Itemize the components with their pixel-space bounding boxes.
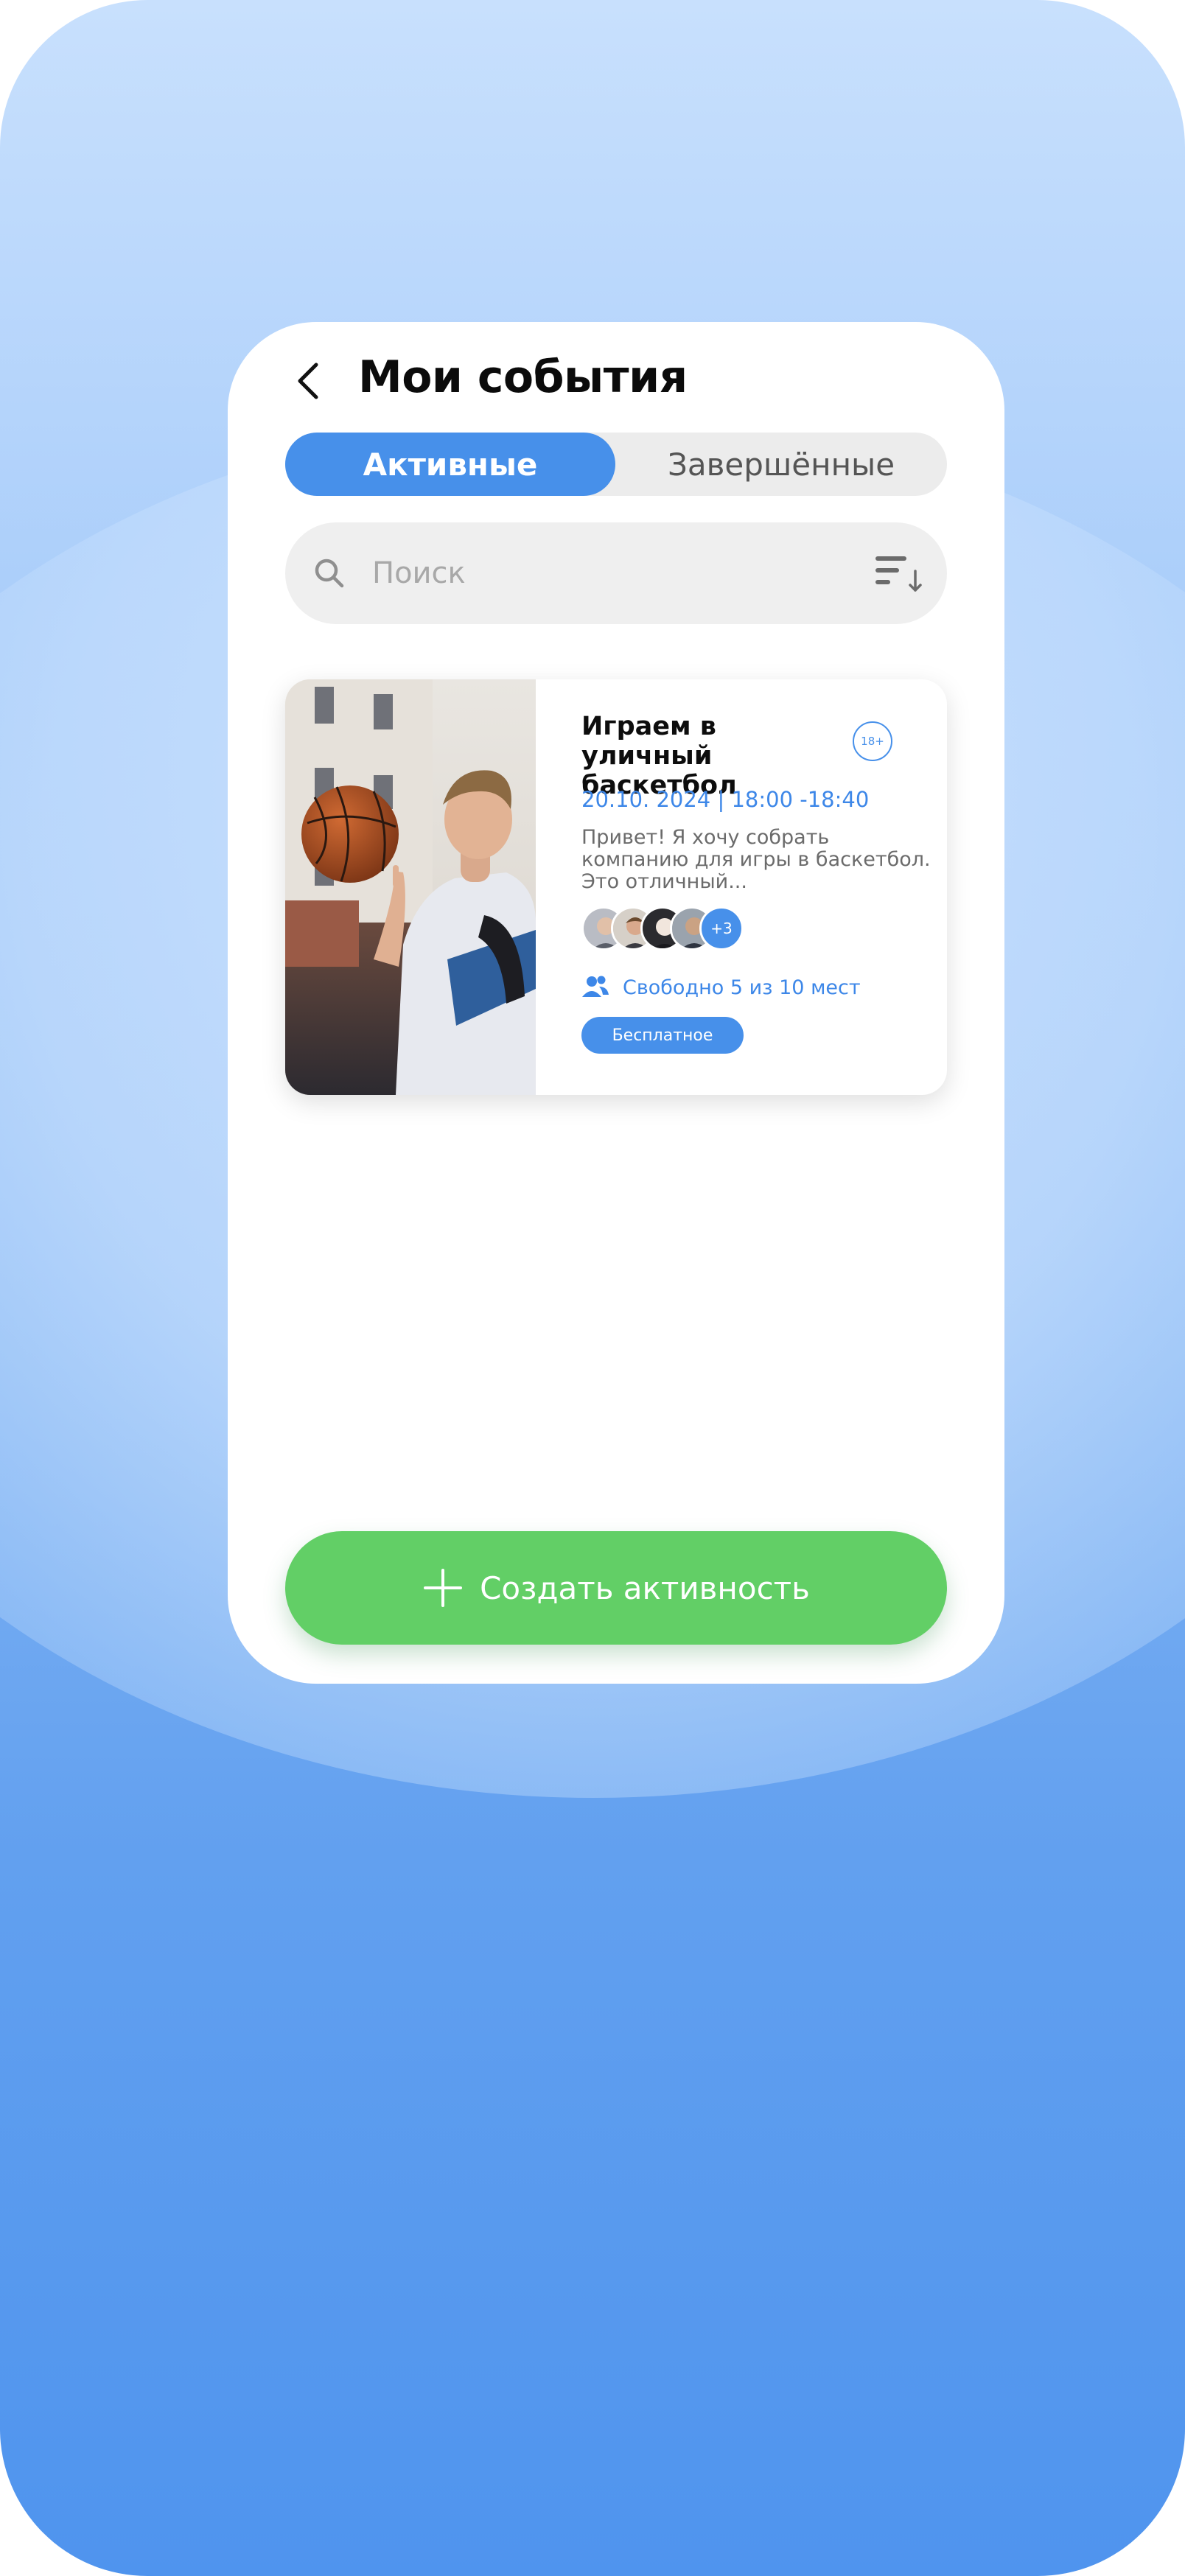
event-description: Привет! Я хочу собрать компанию для игры… xyxy=(581,826,931,893)
people-icon xyxy=(582,976,609,997)
status-tabs: Активные Завершённые xyxy=(285,433,947,496)
participants-avatars[interactable]: +3 xyxy=(581,906,758,952)
search-input[interactable]: Поиск xyxy=(372,522,466,624)
chevron-left-icon xyxy=(298,363,318,399)
back-button[interactable] xyxy=(283,355,335,407)
plus-icon xyxy=(424,1569,463,1607)
page-title: Мои события xyxy=(358,351,688,403)
sort-icon[interactable] xyxy=(875,552,923,596)
create-activity-label: Создать активность xyxy=(480,1569,810,1606)
tab-completed[interactable]: Завершённые xyxy=(615,433,947,496)
free-seats: Свободно 5 из 10 мест xyxy=(581,973,861,1002)
tab-active[interactable]: Активные xyxy=(285,433,615,496)
age-badge: 18+ xyxy=(853,721,892,761)
event-info: Играем в уличный баскетбол 18+ 20.10. 20… xyxy=(581,679,935,1095)
event-card[interactable]: Играем в уличный баскетбол 18+ 20.10. 20… xyxy=(285,679,947,1095)
create-activity-button[interactable]: Создать активность xyxy=(285,1531,947,1645)
price-tag: Бесплатное xyxy=(581,1017,744,1054)
search-field[interactable]: Поиск xyxy=(285,522,947,624)
app-screen: Мои события Активные Завершённые Поиск И… xyxy=(0,0,1185,2576)
event-datetime: 20.10. 2024 | 18:00 -18:40 xyxy=(581,787,870,812)
my-events-panel: Мои события Активные Завершённые Поиск И… xyxy=(228,322,1004,1684)
more-participants-badge: +3 xyxy=(699,906,744,951)
event-photo xyxy=(285,679,536,1095)
search-icon xyxy=(315,559,344,588)
seats-label: Свободно 5 из 10 мест xyxy=(623,976,861,999)
